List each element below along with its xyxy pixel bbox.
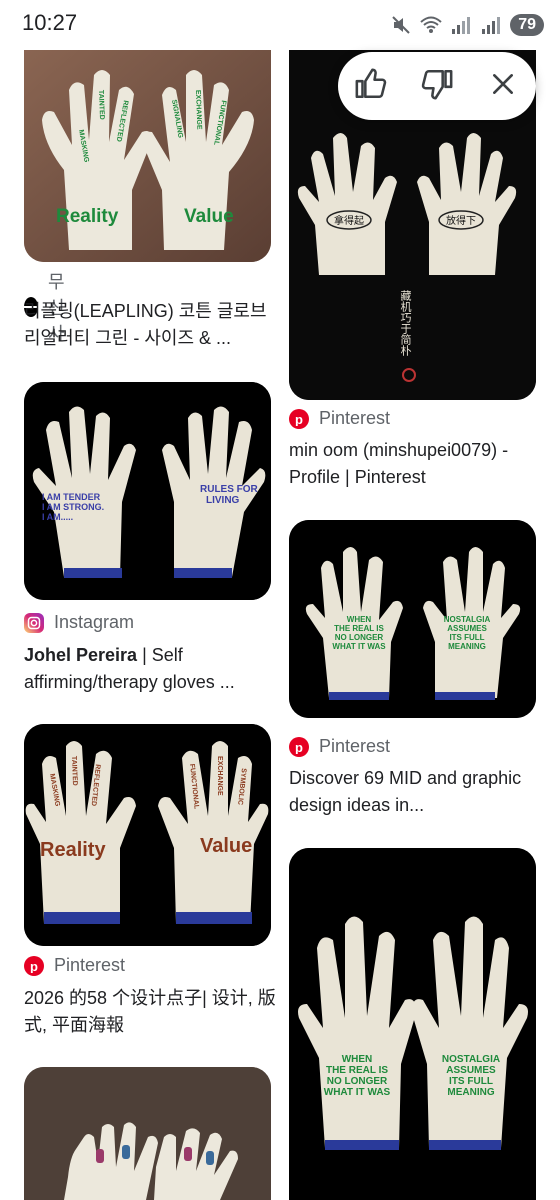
status-bar: 10:27 79 [0, 0, 560, 50]
glove-right-text: Value [200, 835, 252, 857]
source-name: Pinterest [319, 408, 391, 428]
wifi-icon [420, 14, 442, 36]
result-thumbnail[interactable] [24, 1067, 271, 1200]
result-title[interactable]: 리플링(LEAPLING) 코튼 글로브 리얼러티 그린 - 사이즈 & ... [24, 298, 272, 352]
glove-right-text: 放得下 [446, 214, 476, 227]
result-thumbnail[interactable]: Reality Value MASKING TAINTED REFLECTED … [24, 50, 271, 262]
status-time: 10:27 [22, 10, 78, 35]
finger-text: TAINTED [97, 90, 105, 120]
svg-text:p: p [30, 959, 38, 973]
glove-image: I AM TENDER I AM STRONG. I AM..... RULES F… [24, 382, 271, 600]
pinterest-logo-icon: p [24, 955, 44, 976]
glove-image [24, 1067, 271, 1200]
glove-right-text: NOSTALGIA ASSUMES ITS FULL MEANING [442, 1054, 500, 1098]
glove-image: Reality Value MASKING TAINTED REFLECTED … [24, 50, 271, 262]
status-icons: 79 [390, 12, 544, 38]
mute-icon [390, 14, 412, 36]
result-thumbnail[interactable]: Reality Value MASKING TAINTED REFLECTED … [24, 724, 271, 946]
glove-left-text: Reality [56, 206, 119, 227]
signal-icon-2 [480, 14, 502, 36]
svg-text:p: p [295, 412, 303, 426]
pinterest-logo-icon: p [289, 408, 309, 429]
glove-image: WHEN THE REAL IS NO LONGER WHAT IT WAS NOST… [289, 848, 536, 1200]
svg-text:p: p [295, 740, 303, 754]
result-title[interactable]: 2026 的58 个设计点子| 设计, 版式, 平面海報 [24, 985, 276, 1039]
thumbs-down-button[interactable] [413, 62, 461, 110]
result-title[interactable]: Johel Pereira | Self affirming/therapy g… [24, 642, 272, 696]
result-title[interactable]: Discover 69 MID and graphic design ideas… [289, 765, 529, 819]
instagram-logo-icon [24, 612, 44, 633]
pinterest-logo-icon: p [289, 736, 309, 757]
result-source[interactable]: Instagram [24, 612, 134, 633]
result-source[interactable]: p Pinterest [289, 408, 390, 429]
finger-text: TAINTED [70, 756, 78, 786]
finger-text: EXCHANGE [194, 90, 202, 130]
close-icon [490, 71, 516, 102]
close-button[interactable] [479, 62, 527, 110]
finger-text: EXCHANGE [216, 756, 223, 796]
thumbs-up-button[interactable] [347, 62, 395, 110]
glove-left-text: Reality [40, 839, 106, 861]
glove-left-text: 拿得起 [334, 214, 364, 227]
glove-image: WHEN THE REAL IS NO LONGER WHAT IT WAS NOST… [289, 520, 536, 718]
result-title-bold: Johel Pereira [24, 645, 138, 665]
feedback-bar [338, 52, 536, 120]
signal-icon [450, 14, 472, 36]
side-text: 藏机巧于简朴 [399, 290, 412, 357]
battery-indicator: 79 [510, 14, 544, 36]
result-title[interactable]: min oom (minshupei0079) - Profile | Pint… [289, 437, 541, 491]
glove-image: Reality Value MASKING TAINTED REFLECTED … [24, 724, 271, 946]
thumbs-up-icon [354, 67, 388, 106]
source-name: Instagram [54, 612, 135, 632]
result-source[interactable]: p Pinterest [289, 736, 390, 757]
result-thumbnail[interactable]: WHEN THE REAL IS NO LONGER WHAT IT WAS NOST… [289, 520, 536, 718]
result-source[interactable]: p Pinterest [24, 955, 125, 976]
source-name: Pinterest [319, 736, 391, 756]
result-thumbnail[interactable]: I AM TENDER I AM STRONG. I AM..... RULES F… [24, 382, 271, 600]
result-thumbnail[interactable]: WHEN THE REAL IS NO LONGER WHAT IT WAS NOST… [289, 848, 536, 1200]
glove-right-text: Value [184, 206, 234, 227]
source-name: Pinterest [54, 955, 126, 975]
thumbs-down-icon [420, 67, 454, 106]
glove-right-text: NOSTALGIA ASSUMES ITS FULL MEANING [444, 615, 491, 651]
